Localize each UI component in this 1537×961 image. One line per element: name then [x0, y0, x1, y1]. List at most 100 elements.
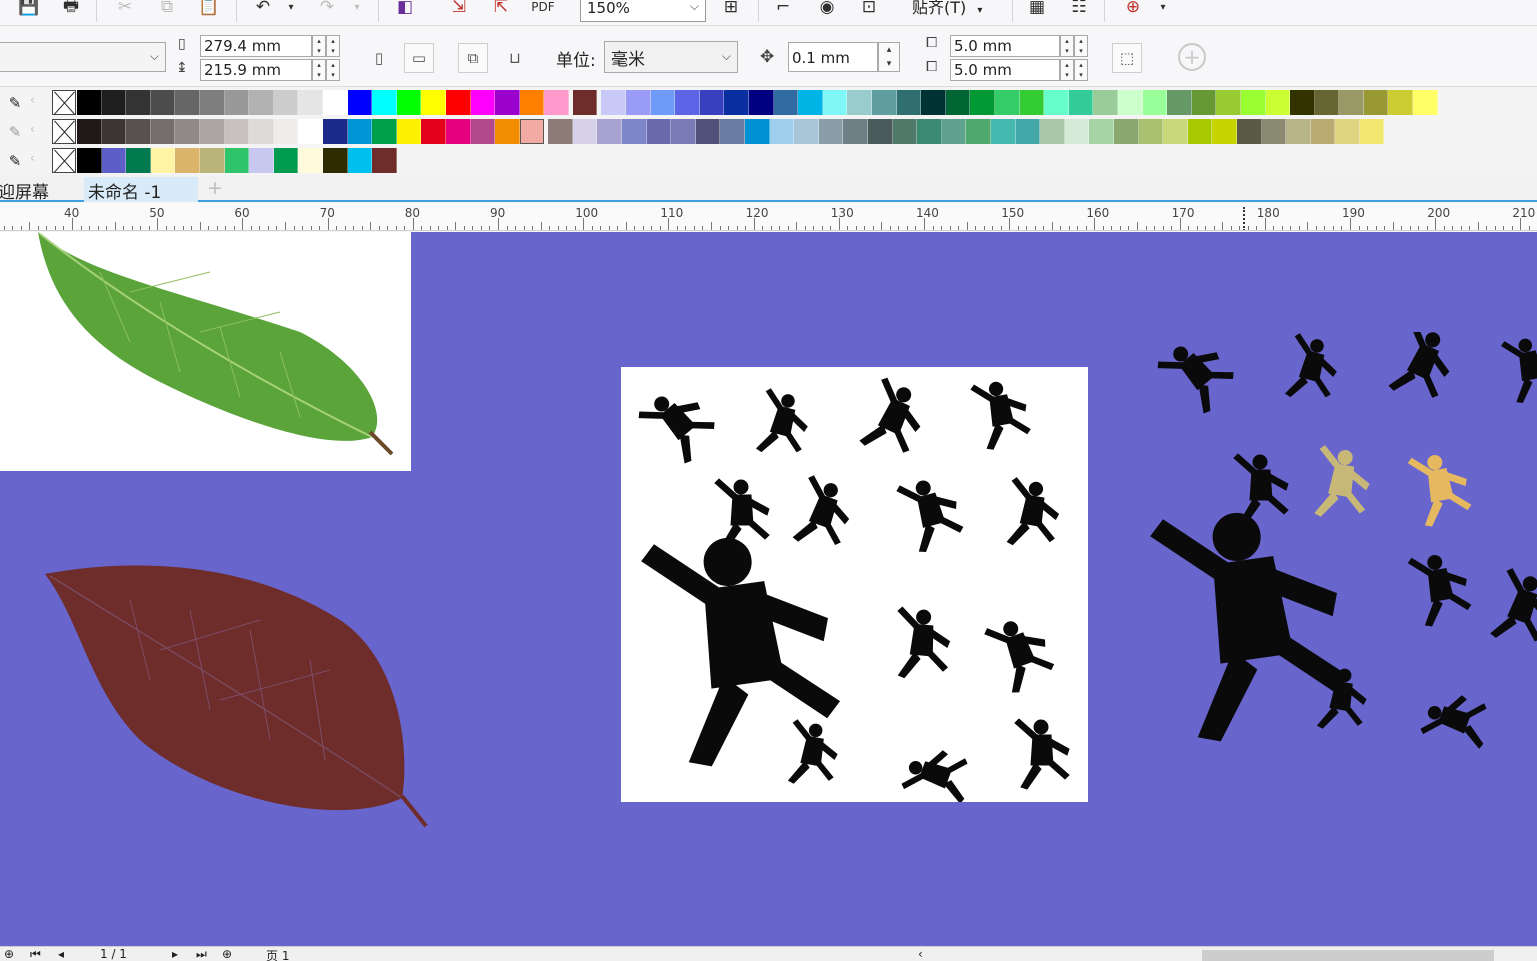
chevron-left-icon[interactable]: ‹: [30, 122, 35, 136]
color-swatch[interactable]: [1339, 90, 1364, 115]
no-color-swatch[interactable]: [52, 148, 76, 173]
color-swatch[interactable]: [1413, 90, 1438, 115]
guides-icon[interactable]: ⊡: [856, 0, 882, 20]
color-swatch[interactable]: [794, 119, 819, 144]
launch-icon[interactable]: ◧: [392, 0, 418, 20]
silhouette-figure[interactable]: [896, 473, 966, 555]
import-icon[interactable]: ⇲: [446, 0, 472, 20]
paste-icon[interactable]: 📋: [196, 0, 222, 20]
all-pages-button[interactable]: ⧉: [458, 43, 488, 73]
print-icon[interactable]: 🖶: [58, 0, 84, 20]
color-swatch[interactable]: [273, 90, 299, 115]
color-swatch[interactable]: [396, 90, 422, 115]
color-swatch[interactable]: [199, 119, 225, 144]
color-swatch[interactable]: [519, 90, 545, 115]
color-swatch[interactable]: [1216, 90, 1241, 115]
color-swatch[interactable]: [495, 90, 520, 115]
color-swatch[interactable]: [675, 90, 700, 115]
snap-to-menu[interactable]: 贴齐(T) ▾: [912, 0, 982, 18]
color-swatch[interactable]: [917, 119, 942, 144]
current-page-button[interactable]: ⊔: [500, 43, 530, 73]
color-swatch[interactable]: [298, 119, 323, 144]
color-swatch[interactable]: [544, 90, 569, 115]
color-swatch[interactable]: [720, 119, 746, 144]
zoom-full-icon[interactable]: ⊞: [718, 0, 744, 20]
color-swatch[interactable]: [769, 119, 795, 144]
color-swatch[interactable]: [322, 90, 348, 115]
add-icon[interactable]: +: [1178, 43, 1206, 71]
color-swatch[interactable]: [1388, 90, 1414, 115]
color-swatch[interactable]: [1064, 119, 1090, 144]
color-swatch[interactable]: [347, 90, 373, 115]
list-options-icon[interactable]: ☷: [1066, 0, 1092, 20]
color-swatch[interactable]: [445, 119, 471, 144]
traced-silhouette-large[interactable]: [1150, 499, 1353, 745]
color-swatch[interactable]: [372, 148, 397, 173]
new-tab-icon[interactable]: +: [204, 177, 226, 199]
color-swatch[interactable]: [1138, 119, 1164, 144]
page-width-spinner[interactable]: ▴ ▾: [312, 35, 326, 57]
traced-silhouette-tan[interactable]: [1309, 445, 1374, 523]
publish-pdf-icon[interactable]: PDF: [530, 0, 556, 20]
color-swatch[interactable]: [1265, 90, 1291, 115]
color-swatch[interactable]: [347, 119, 373, 144]
traced-silhouette-figure[interactable]: [1280, 333, 1343, 406]
color-swatch[interactable]: [1163, 119, 1188, 144]
color-swatch[interactable]: [1093, 90, 1118, 115]
copy-icon[interactable]: ⧉: [154, 0, 180, 20]
silhouette-figure[interactable]: [970, 377, 1032, 451]
color-swatch[interactable]: [372, 119, 397, 144]
undo-icon[interactable]: ↶: [250, 0, 276, 20]
color-swatch[interactable]: [650, 90, 676, 115]
color-swatch[interactable]: [892, 119, 918, 144]
duplicate-y-spinner-up[interactable]: ▴ ▾: [1074, 59, 1088, 81]
color-swatch[interactable]: [941, 119, 967, 144]
color-swatch[interactable]: [470, 119, 496, 144]
silhouette-figure[interactable]: [1001, 477, 1063, 551]
color-swatch[interactable]: [745, 119, 770, 144]
app-launcher-icon[interactable]: ⊕: [1120, 0, 1146, 20]
traced-silhouette-figure[interactable]: [1156, 332, 1242, 418]
color-swatch[interactable]: [868, 119, 893, 144]
color-swatch[interactable]: [77, 148, 102, 173]
traced-silhouette-figure[interactable]: [1420, 687, 1496, 754]
brown-leaf-shape[interactable]: [40, 560, 440, 830]
traced-silhouette-figure[interactable]: [1485, 567, 1537, 651]
add-page-after-icon[interactable]: ⊕: [222, 947, 232, 961]
color-swatch[interactable]: [1363, 90, 1389, 115]
page-width-spinner-up[interactable]: ▴ ▾: [326, 35, 340, 57]
previous-page-icon[interactable]: ◂: [58, 947, 64, 961]
color-swatch[interactable]: [1040, 119, 1065, 144]
color-swatch[interactable]: [572, 119, 598, 144]
duplicate-x-spinner-up[interactable]: ▴ ▾: [1074, 35, 1088, 57]
drawing-canvas[interactable]: [0, 232, 1537, 946]
no-color-swatch[interactable]: [52, 119, 76, 144]
green-leaf-image[interactable]: [0, 232, 411, 471]
color-swatch[interactable]: [224, 148, 250, 173]
traced-silhouette-figure[interactable]: [1500, 334, 1537, 404]
color-swatch[interactable]: [1240, 90, 1266, 115]
color-swatch[interactable]: [1191, 90, 1217, 115]
color-swatch[interactable]: [847, 90, 872, 115]
last-page-icon[interactable]: ⏭: [196, 947, 207, 961]
color-swatch[interactable]: [1019, 90, 1045, 115]
silhouette-figure[interactable]: [637, 380, 723, 468]
horizontal-scrollbar[interactable]: [1202, 950, 1494, 961]
color-swatch[interactable]: [298, 90, 323, 115]
color-swatch[interactable]: [843, 119, 868, 144]
color-swatch[interactable]: [970, 90, 995, 115]
duplicate-y-spinner[interactable]: ▴ ▾: [1060, 59, 1074, 81]
eyedropper-icon[interactable]: ✎: [4, 121, 26, 143]
cut-icon[interactable]: ✂: [112, 0, 138, 20]
color-swatch[interactable]: [724, 90, 750, 115]
color-swatch[interactable]: [945, 90, 971, 115]
silhouette-figure[interactable]: [892, 606, 952, 681]
color-swatch[interactable]: [322, 148, 348, 173]
color-swatch[interactable]: [896, 90, 922, 115]
color-swatch[interactable]: [101, 119, 127, 144]
scroll-left-icon[interactable]: ‹: [918, 947, 923, 961]
view-icon[interactable]: ◉: [814, 0, 840, 20]
color-swatch[interactable]: [273, 148, 299, 173]
page-width-field[interactable]: 279.4 mm: [200, 35, 312, 57]
chevron-left-icon[interactable]: ‹: [30, 151, 35, 165]
